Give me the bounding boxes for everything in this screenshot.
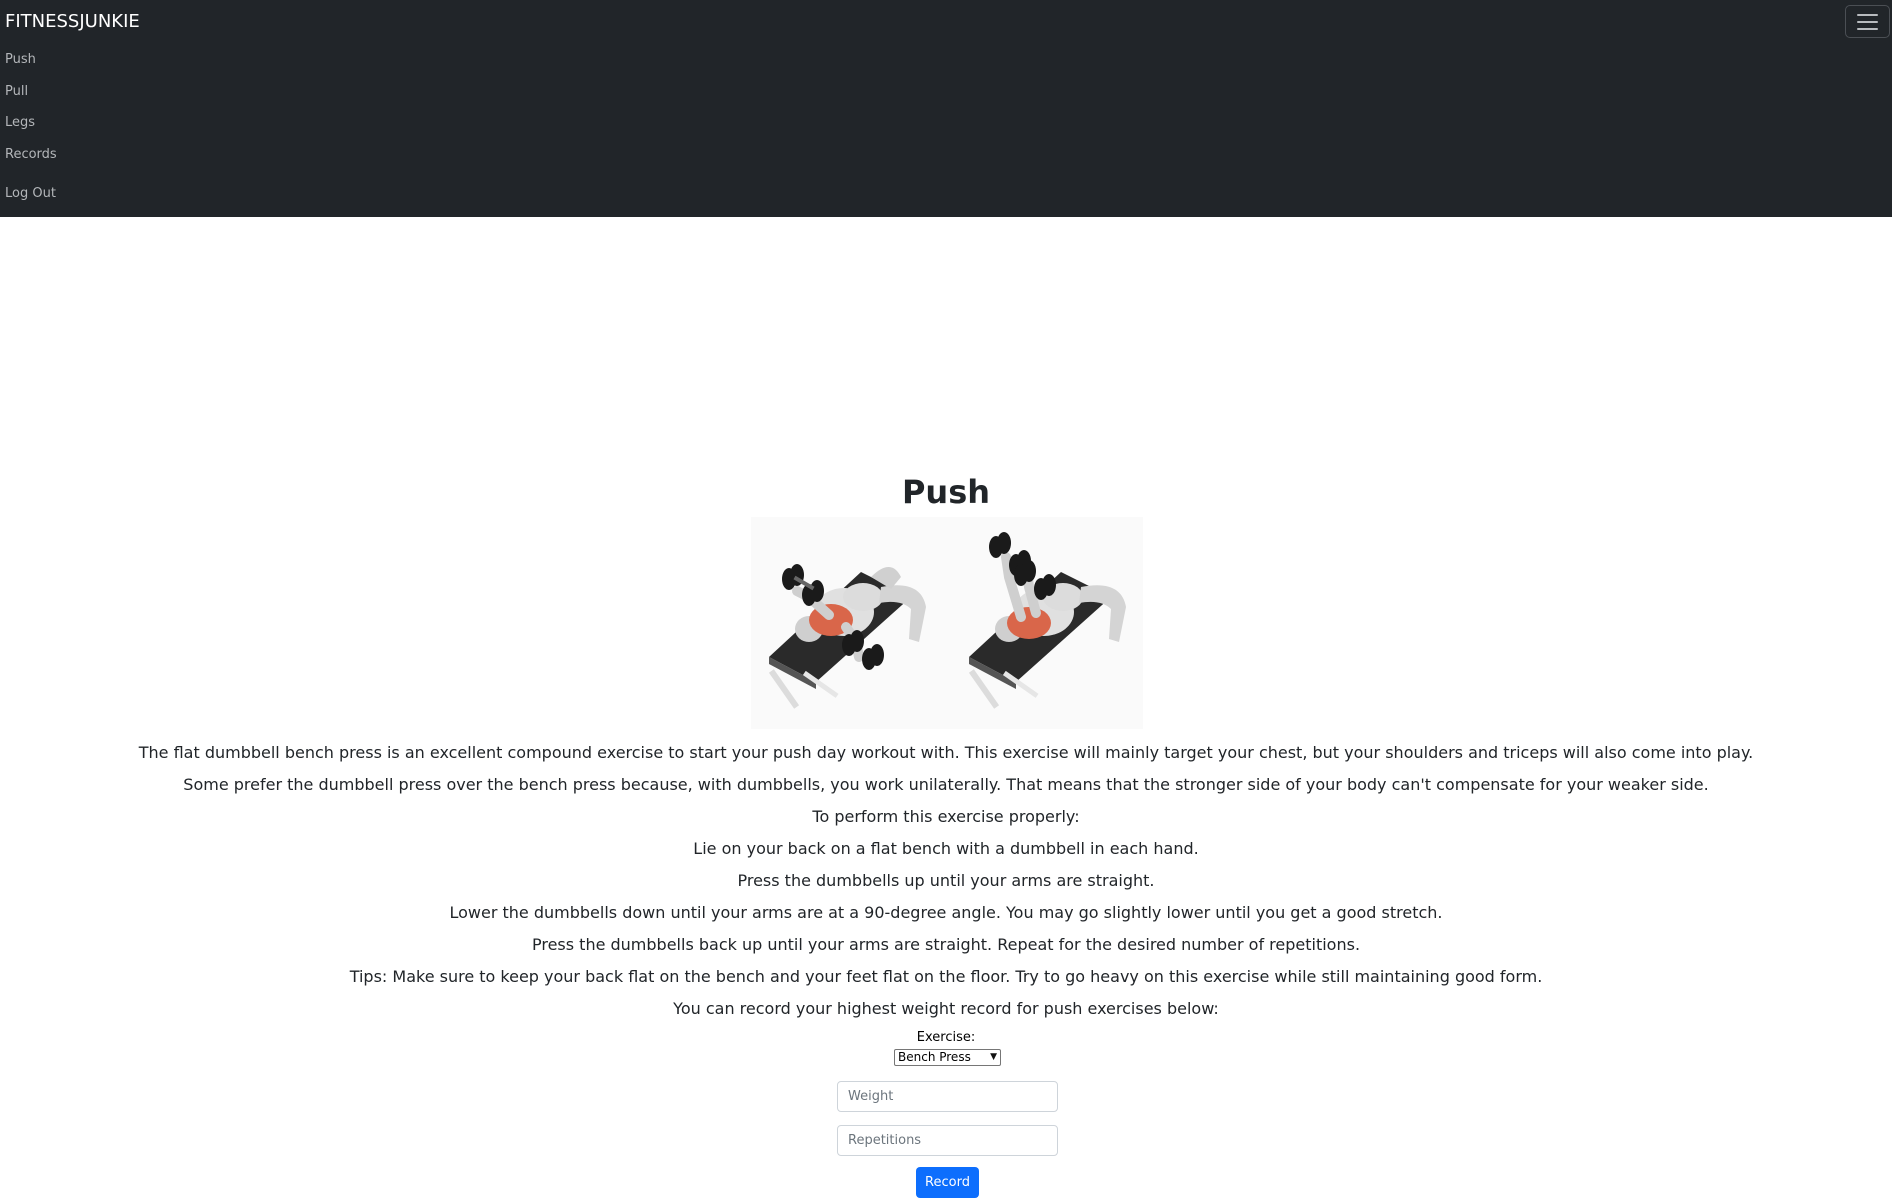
nav-link-legs[interactable]: Legs	[5, 114, 35, 132]
top-navbar: FITNESSJUNKIE Push Pull Legs Records Log…	[0, 0, 1892, 217]
bench-press-figure-start	[768, 564, 926, 709]
bench-press-figure-top	[968, 532, 1126, 709]
paragraph-perform-heading: To perform this exercise properly:	[812, 807, 1080, 826]
hamburger-menu-icon[interactable]	[1845, 5, 1890, 38]
exercise-label: Exercise:	[916, 1030, 976, 1045]
paragraph-step-1: Lie on your back on a flat bench with a …	[693, 839, 1199, 858]
nav-link-records[interactable]: Records	[5, 146, 57, 164]
paragraph-record-prompt: You can record your highest weight recor…	[673, 999, 1219, 1018]
chevron-down-icon: ▼	[990, 1052, 997, 1062]
paragraph-unilateral: Some prefer the dumbbell press over the …	[183, 775, 1709, 794]
exercise-select-value: Bench Press	[898, 1050, 971, 1064]
weight-input[interactable]	[837, 1081, 1058, 1112]
exercise-select[interactable]: Bench Press ▼	[894, 1049, 1001, 1066]
paragraph-step-2: Press the dumbbells up until your arms a…	[737, 871, 1155, 890]
paragraph-tips: Tips: Make sure to keep your back flat o…	[349, 967, 1543, 986]
repetitions-input[interactable]	[837, 1125, 1058, 1156]
exercise-illustration	[751, 517, 1143, 729]
paragraph-intro: The flat dumbbell bench press is an exce…	[138, 743, 1754, 762]
paragraph-step-3: Lower the dumbbells down until your arms…	[449, 903, 1443, 922]
brand-link[interactable]: FITNESSJUNKIE	[5, 10, 140, 34]
nav-link-push[interactable]: Push	[5, 51, 36, 69]
page-title: Push	[901, 473, 991, 511]
record-button[interactable]: Record	[916, 1167, 979, 1198]
nav-link-pull[interactable]: Pull	[5, 83, 28, 101]
nav-link-logout[interactable]: Log Out	[5, 185, 56, 203]
paragraph-step-4: Press the dumbbells back up until your a…	[531, 935, 1361, 954]
